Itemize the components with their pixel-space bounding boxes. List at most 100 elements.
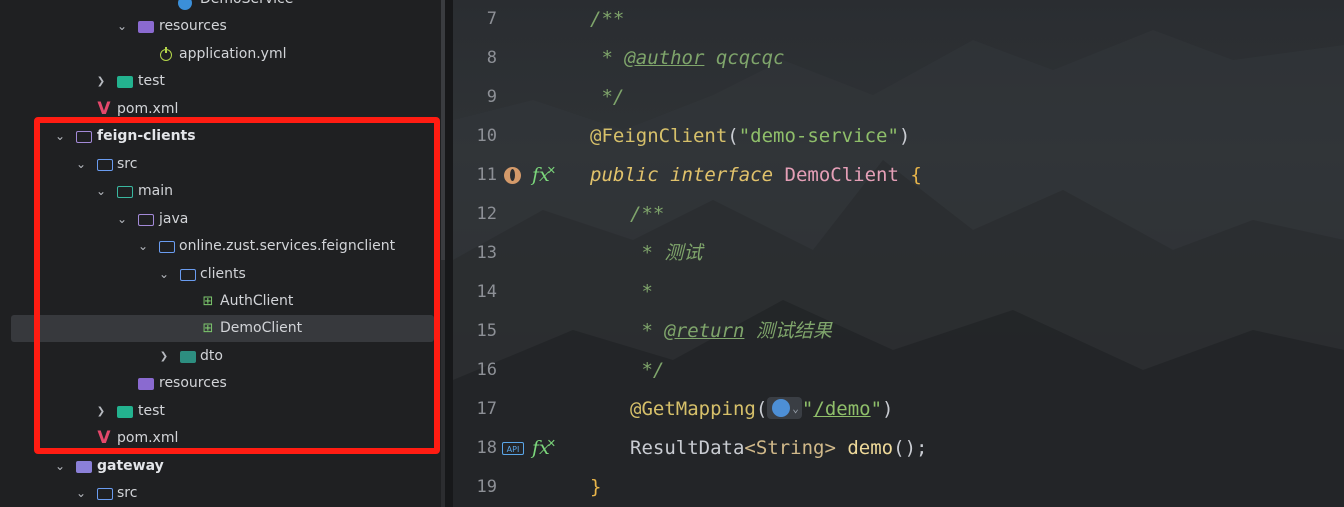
package-icon	[180, 269, 196, 281]
tree-item-java[interactable]: ⌄ java	[0, 206, 444, 233]
code-text: * 测试	[630, 242, 703, 264]
java-source-folder-icon	[138, 214, 154, 226]
line-number: 14	[476, 282, 497, 302]
tree-item-label: gateway	[97, 458, 164, 474]
code-text: *	[630, 281, 653, 303]
tree-item-clients[interactable]: ⌄ clients	[0, 261, 444, 288]
generic-type: <String>	[744, 437, 836, 459]
chevron-down-icon[interactable]: ⌄	[74, 151, 88, 178]
panel-divider[interactable]	[445, 0, 453, 507]
tree-item-resources[interactable]: ⌄ resources	[0, 13, 444, 40]
interface-icon: ⊞	[202, 294, 214, 309]
tree-item-pom-xml[interactable]: V pom.xml	[0, 96, 444, 123]
tree-item-src[interactable]: ⌄ src	[0, 151, 444, 178]
code-text: /**	[630, 203, 665, 225]
code-line-18[interactable]: 18 API fx✕ ResultData<String> demo();	[453, 429, 1344, 468]
class-icon	[178, 0, 192, 10]
code-editor[interactable]: 7 /** 8 * @author qcqcqc 9 */ 10 @FeignC…	[453, 0, 1344, 507]
tree-item-label: clients	[200, 266, 246, 282]
code-line-14[interactable]: 14 *	[453, 273, 1344, 312]
tree-item-label: resources	[159, 375, 227, 391]
code-text: *	[630, 320, 665, 342]
url-inlay-hint[interactable]: ⌄	[767, 397, 802, 419]
chevron-down-icon[interactable]: ⌄	[157, 261, 171, 288]
code-line-7[interactable]: 7 /**	[453, 0, 1344, 39]
tree-item-gateway[interactable]: ⌄ gateway	[0, 453, 444, 480]
feign-function-icon[interactable]: fx✕	[532, 156, 559, 197]
tree-item-test[interactable]: ❯ test	[0, 398, 444, 425]
chevron-right-icon[interactable]: ❯	[157, 343, 171, 370]
test-folder-icon	[117, 406, 133, 418]
test-folder-icon	[117, 76, 133, 88]
javadoc-tag: @return	[664, 320, 745, 342]
code-line-16[interactable]: 16 */	[453, 351, 1344, 390]
keyword: public	[590, 164, 659, 186]
tree-item-resources[interactable]: resources	[0, 370, 444, 397]
line-number: 18	[476, 438, 497, 458]
chevron-down-icon: ⌄	[792, 402, 799, 415]
code-line-9[interactable]: 9 */	[453, 78, 1344, 117]
code-line-15[interactable]: 15 * @return 测试结果	[453, 312, 1344, 351]
tree-item-demoservice[interactable]: DemoService	[0, 0, 444, 13]
line-number: 10	[476, 126, 497, 146]
chevron-right-icon[interactable]: ❯	[94, 68, 108, 95]
tree-item-dto[interactable]: ❯ dto	[0, 343, 444, 370]
tree-item-src[interactable]: ⌄ src	[0, 480, 444, 507]
chevron-right-icon[interactable]: ❯	[94, 398, 108, 425]
tree-item-feign-clients[interactable]: ⌄ feign-clients	[0, 123, 444, 150]
code-line-11[interactable]: 11 fx✕ public interface DemoClient {	[453, 156, 1344, 195]
code-text: )	[882, 398, 894, 420]
spring-bean-icon[interactable]	[504, 167, 521, 184]
tree-item-label: dto	[200, 348, 223, 364]
chevron-down-icon[interactable]: ⌄	[136, 233, 150, 260]
string-literal: "demo-service"	[738, 125, 899, 147]
tree-item-label: resources	[159, 18, 227, 34]
package-icon	[180, 351, 196, 363]
tree-item-pom-xml[interactable]: V pom.xml	[0, 425, 444, 452]
code-line-10[interactable]: 10 @FeignClient("demo-service")	[453, 117, 1344, 156]
code-text: )	[898, 125, 911, 147]
chevron-down-icon[interactable]: ⌄	[53, 123, 67, 150]
chevron-down-icon[interactable]: ⌄	[115, 13, 129, 40]
code-line-19[interactable]: 19 }	[453, 468, 1344, 507]
code-text: "	[801, 398, 814, 420]
chevron-down-icon[interactable]: ⌄	[115, 206, 129, 233]
tree-item-label: pom.xml	[117, 430, 179, 446]
tree-item-application-yml[interactable]: application.yml	[0, 41, 444, 68]
chevron-down-icon[interactable]: ⌄	[94, 178, 108, 205]
line-number: 7	[486, 9, 497, 29]
yaml-file-icon	[160, 47, 172, 61]
code-text: ();	[893, 437, 928, 459]
feign-function-icon[interactable]: fx✕	[532, 429, 559, 470]
tree-item-label: test	[138, 73, 165, 89]
chevron-down-icon[interactable]: ⌄	[74, 480, 88, 507]
code-line-17[interactable]: 17 @GetMapping(⌄ "/demo")	[453, 390, 1344, 429]
code-text: (	[755, 398, 768, 420]
line-number: 15	[476, 321, 497, 341]
code-text: 测试结果	[744, 320, 832, 342]
code-line-8[interactable]: 8 * @author qcqcqc	[453, 39, 1344, 78]
tree-item-label: src	[117, 485, 138, 501]
resources-folder-icon	[138, 21, 154, 33]
line-number: 17	[476, 399, 497, 419]
package-icon	[159, 241, 175, 253]
tree-item-package[interactable]: ⌄ online.zust.services.feignclient	[0, 233, 444, 260]
line-number: 8	[486, 48, 497, 68]
annotation: @GetMapping	[630, 398, 756, 420]
line-number: 11	[476, 165, 497, 185]
line-number: 13	[476, 243, 497, 263]
url-path-link[interactable]: /demo	[813, 398, 870, 420]
code-line-13[interactable]: 13 * 测试	[453, 234, 1344, 273]
chevron-down-icon[interactable]: ⌄	[53, 453, 67, 480]
tree-item-label: DemoClient	[220, 320, 303, 336]
tree-item-main[interactable]: ⌄ main	[0, 178, 444, 205]
maven-icon: V	[97, 428, 111, 448]
tree-item-test[interactable]: ❯ test	[0, 68, 444, 95]
project-tree[interactable]: DemoService ⌄ resources application.yml …	[0, 0, 444, 507]
api-endpoint-icon[interactable]: API	[502, 442, 524, 455]
tree-item-authclient[interactable]: ⊞ AuthClient	[0, 288, 444, 315]
module-folder-icon	[76, 131, 92, 143]
tree-item-democlient[interactable]: ⊞ DemoClient	[11, 315, 434, 342]
code-line-12[interactable]: 12 /**	[453, 195, 1344, 234]
source-folder-icon	[97, 488, 113, 500]
